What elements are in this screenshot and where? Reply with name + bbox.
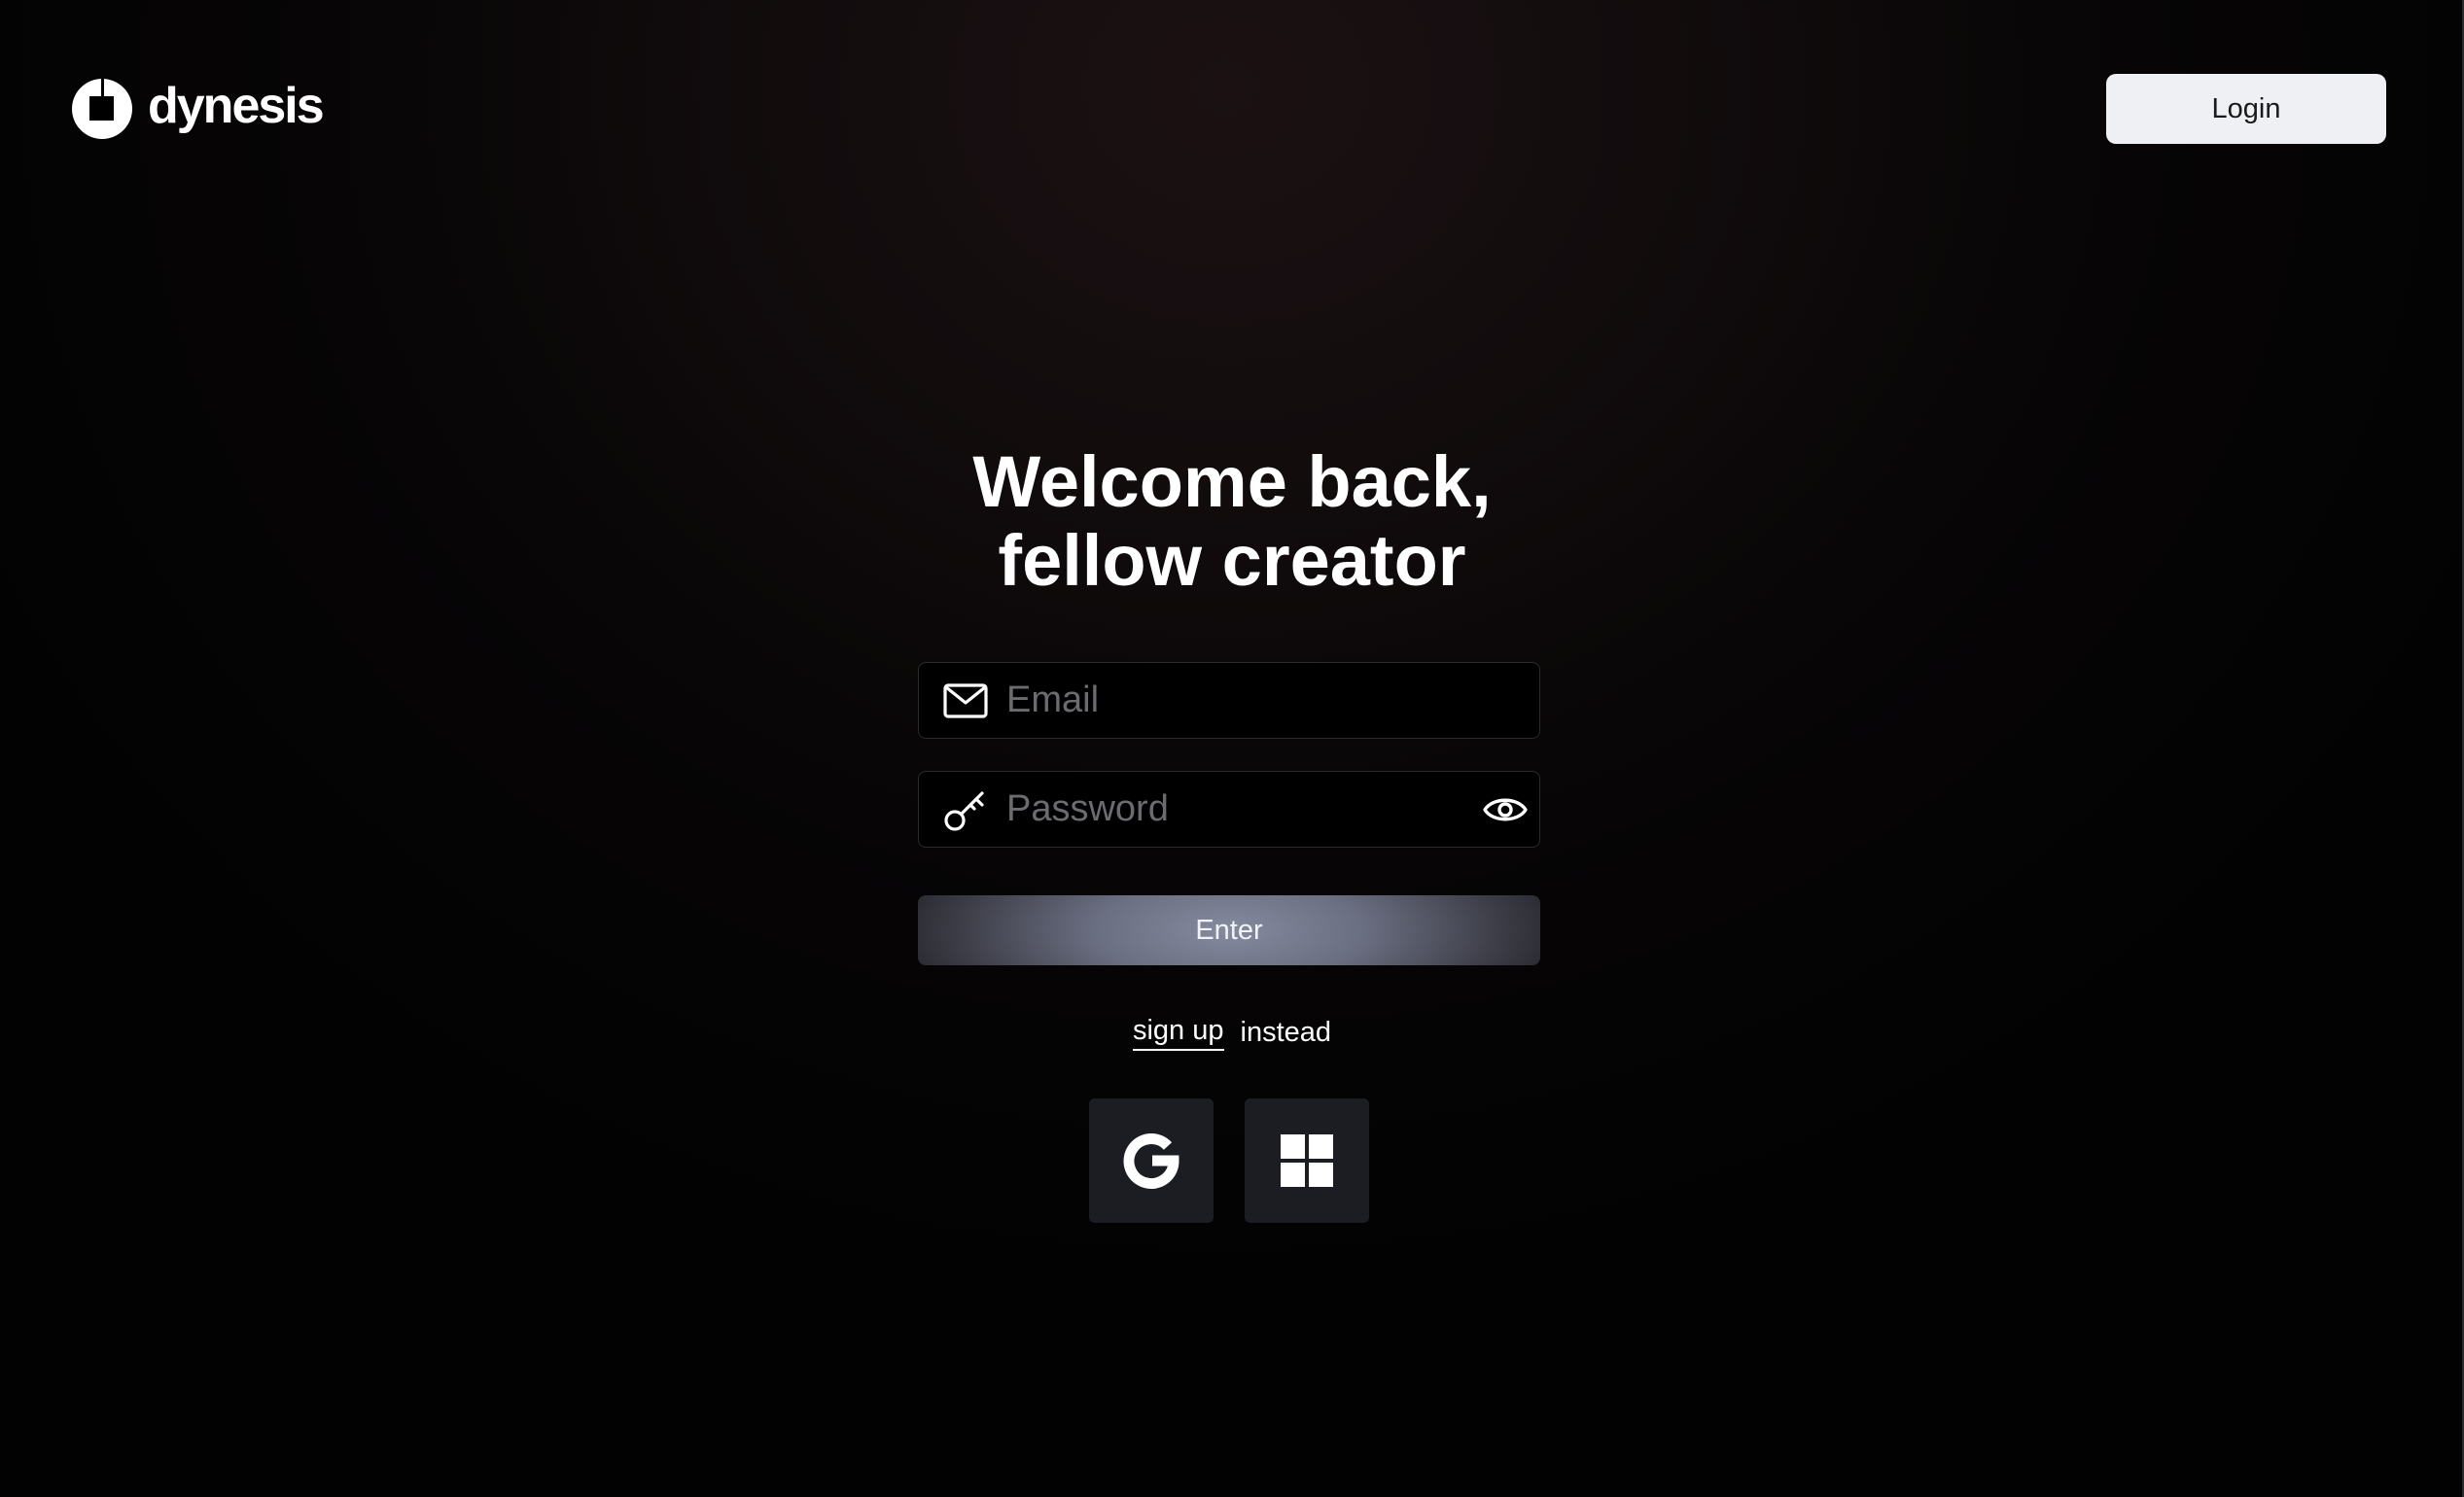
signup-link[interactable]: sign up bbox=[1132, 1015, 1224, 1051]
password-field[interactable] bbox=[918, 771, 1540, 848]
microsoft-login-button[interactable] bbox=[1245, 1098, 1369, 1223]
google-login-button[interactable] bbox=[1089, 1098, 1214, 1223]
page-title-line-1: Welcome back, bbox=[972, 441, 1492, 522]
signup-row: sign up instead bbox=[0, 1015, 2464, 1051]
logo-text: dynesis bbox=[148, 78, 325, 134]
page-title-line-2: fellow creator bbox=[998, 520, 1466, 601]
page-title: Welcome back, fellow creator bbox=[0, 442, 2464, 600]
mail-icon bbox=[942, 678, 989, 724]
eye-icon[interactable] bbox=[1482, 785, 1529, 834]
login-button[interactable]: Login bbox=[2106, 74, 2386, 144]
dynesis-logo-icon bbox=[72, 79, 132, 139]
microsoft-icon bbox=[1281, 1134, 1333, 1187]
key-icon bbox=[942, 786, 989, 833]
google-icon bbox=[1123, 1133, 1179, 1189]
email-field[interactable] bbox=[918, 662, 1540, 739]
email-input[interactable] bbox=[989, 663, 1539, 738]
enter-button[interactable]: Enter bbox=[918, 895, 1540, 965]
signup-suffix: instead bbox=[1240, 1017, 1332, 1048]
password-input[interactable] bbox=[989, 772, 1482, 847]
logo[interactable]: dynesis bbox=[72, 78, 325, 140]
